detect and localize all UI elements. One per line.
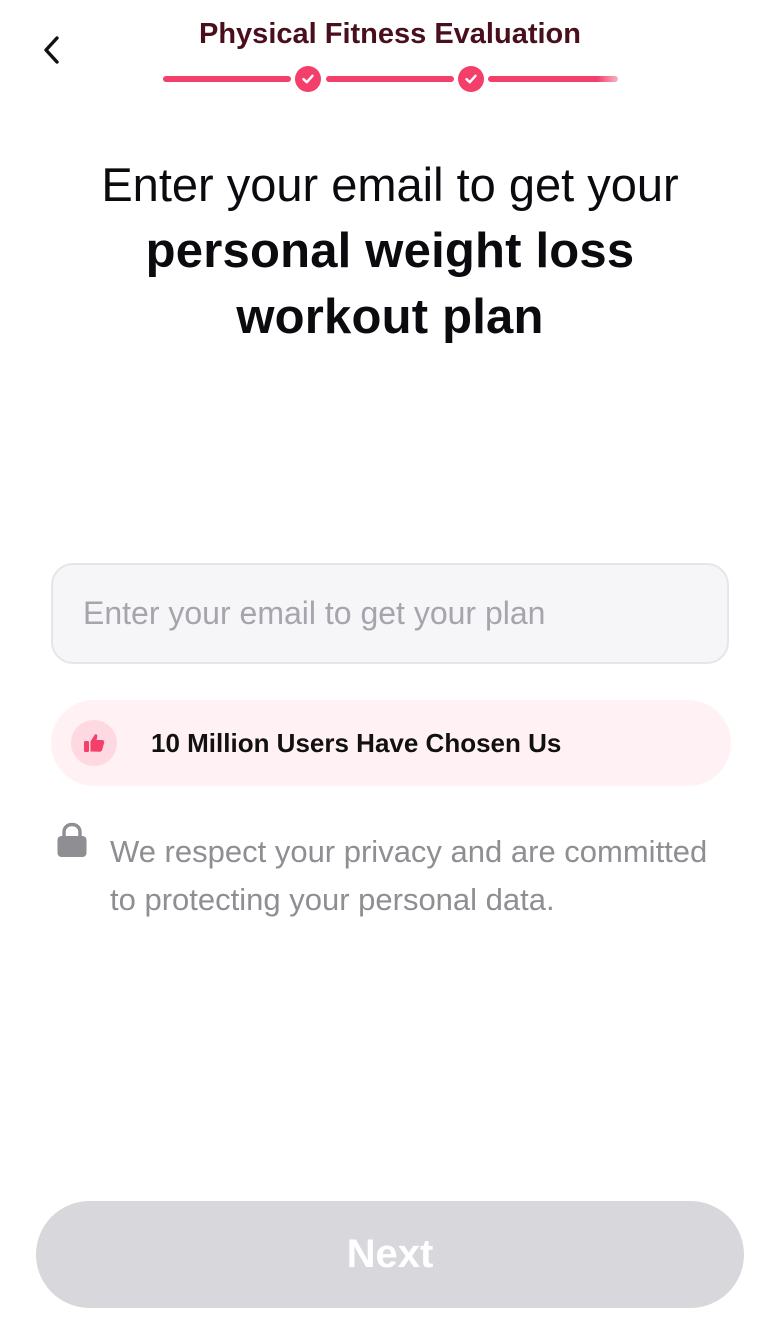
progress-segment-1	[163, 76, 291, 82]
progress-segment-2	[326, 76, 454, 82]
headline: Enter your email to get your personal we…	[40, 152, 740, 350]
email-capture-screen: Physical Fitness Evaluation Enter your e…	[0, 0, 780, 1326]
email-input[interactable]	[51, 563, 729, 664]
headline-line-3: workout plan	[236, 290, 544, 344]
check-icon	[295, 66, 321, 92]
social-proof-banner: 10 Million Users Have Chosen Us	[51, 700, 731, 786]
thumbs-up-icon	[71, 720, 117, 766]
check-icon	[458, 66, 484, 92]
headline-line-2: personal weight loss	[145, 224, 635, 278]
progress-bar	[163, 63, 618, 95]
privacy-text: We respect your privacy and are committe…	[110, 834, 708, 917]
social-proof-text: 10 Million Users Have Chosen Us	[151, 727, 562, 758]
lock-icon	[57, 822, 87, 857]
progress-segment-3	[488, 76, 618, 82]
page-title: Physical Fitness Evaluation	[199, 18, 581, 50]
headline-line-1: Enter your email to get your	[101, 158, 679, 211]
next-button[interactable]: Next	[36, 1201, 744, 1308]
